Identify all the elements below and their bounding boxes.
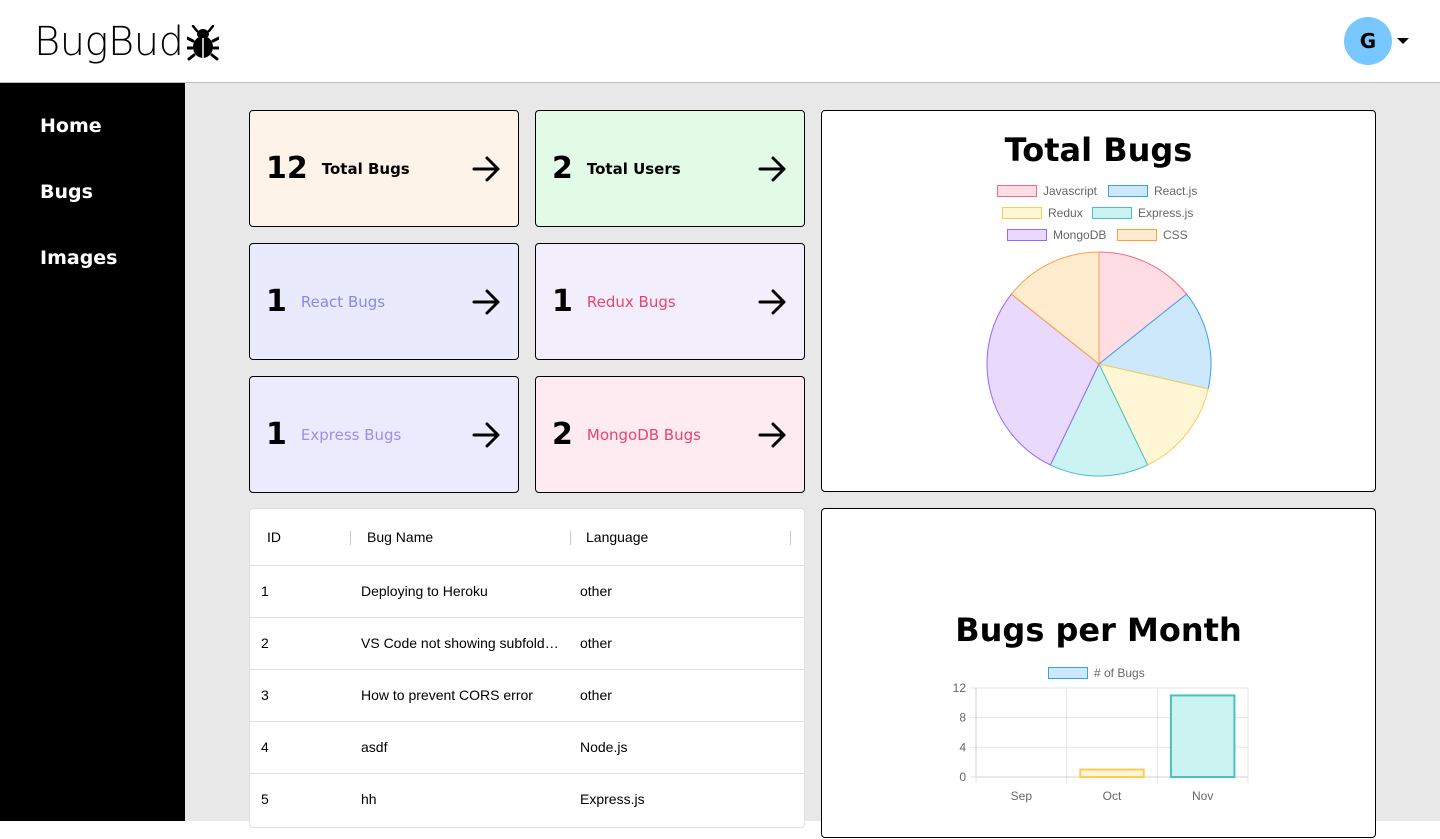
stat-label: Redux Bugs [586,292,676,311]
sidebar: Home Bugs Images [0,83,185,821]
stat-label: Express Bugs [300,425,402,444]
column-header-id[interactable]: ID [267,509,281,566]
stat-card-express-bugs[interactable]: 1 Express Bugs [249,376,519,493]
table-row[interactable]: 5 hh Express.js [250,773,804,825]
column-header-bug-name[interactable]: Bug Name [367,509,433,566]
arrow-right-icon[interactable] [758,155,788,183]
stat-label: Total Bugs [321,159,410,178]
cell-bug-name: How to prevent CORS error [361,687,533,703]
logo-text: BugBud [34,19,184,65]
column-separator[interactable] [790,531,791,545]
table-row[interactable]: 1 Deploying to Heroku other [250,565,804,617]
stat-card-total-users[interactable]: 2 Total Users [535,110,805,227]
bar-chart: 0 4 8 12 Sep Oct Nov [953,681,1249,803]
cell-id: 2 [261,635,269,651]
cell-bug-name: VS Code not showing subfolders [361,635,561,651]
table-row[interactable]: 2 VS Code not showing subfolders other [250,617,804,669]
top-bar: BugBud G [0,0,1440,83]
arrow-right-icon[interactable] [758,421,788,449]
stat-card-redux-bugs[interactable]: 1 Redux Bugs [535,243,805,360]
bar-nov[interactable] [1169,694,1236,779]
cell-language: other [580,635,612,651]
stat-count: 1 [266,417,287,452]
stat-count: 1 [552,284,573,319]
stat-card-react-bugs[interactable]: 1 React Bugs [249,243,519,360]
sidebar-item-home[interactable]: Home [40,115,102,137]
cell-id: 5 [261,791,269,807]
cell-language: Express.js [580,791,645,807]
cell-id: 1 [261,583,269,599]
sidebar-item-bugs[interactable]: Bugs [40,181,93,203]
arrow-right-icon[interactable] [472,288,502,316]
y-tick-label: 0 [959,770,966,784]
cell-language: other [580,583,612,599]
chevron-down-icon[interactable] [1397,38,1409,44]
cell-id: 3 [261,687,269,703]
arrow-right-icon[interactable] [472,155,502,183]
arrow-right-icon[interactable] [472,421,502,449]
total-bugs-chart-panel: Total Bugs Javascript React.js Redux Exp… [821,110,1376,492]
sidebar-item-images[interactable]: Images [40,247,117,269]
table-row[interactable]: 4 asdf Node.js [250,721,804,773]
y-tick-label: 4 [959,740,966,754]
stat-card-mongodb-bugs[interactable]: 2 MongoDB Bugs [535,376,805,493]
stat-count: 2 [552,151,573,186]
cell-bug-name: Deploying to Heroku [361,583,488,599]
stat-count: 12 [266,151,308,186]
x-tick-label: Nov [1192,789,1213,803]
arrow-right-icon[interactable] [758,288,788,316]
column-separator[interactable] [350,531,351,545]
logo[interactable]: BugBud [34,17,220,67]
pie-chart [986,251,1212,477]
stat-label: MongoDB Bugs [586,425,701,444]
cell-bug-name: asdf [361,739,388,755]
y-tick-label: 8 [959,711,966,725]
column-separator[interactable] [570,531,571,545]
x-tick-label: Oct [1103,789,1122,803]
bug-icon [187,25,220,61]
stat-label: Total Users [586,159,681,178]
cell-language: Node.js [580,739,628,755]
bar-oct[interactable] [1079,768,1145,779]
y-tick-label: 12 [953,681,967,695]
cell-language: other [580,687,612,703]
cell-bug-name: hh [361,791,377,807]
stat-count: 2 [552,417,573,452]
bugs-table: ID Bug Name Language 1 Deploying to Hero… [249,508,805,828]
stat-count: 1 [266,284,287,319]
bugs-per-month-chart-panel: Bugs per Month # of Bugs 0 4 8 12 Sep Oct Nov [821,508,1376,838]
x-tick-label: Sep [1011,789,1033,803]
stat-label: React Bugs [300,292,386,311]
stat-card-total-bugs[interactable]: 12 Total Bugs [249,110,519,227]
column-header-language[interactable]: Language [586,509,648,566]
user-avatar[interactable]: G [1344,17,1392,65]
table-row[interactable]: 3 How to prevent CORS error other [250,669,804,721]
cell-id: 4 [261,739,269,755]
